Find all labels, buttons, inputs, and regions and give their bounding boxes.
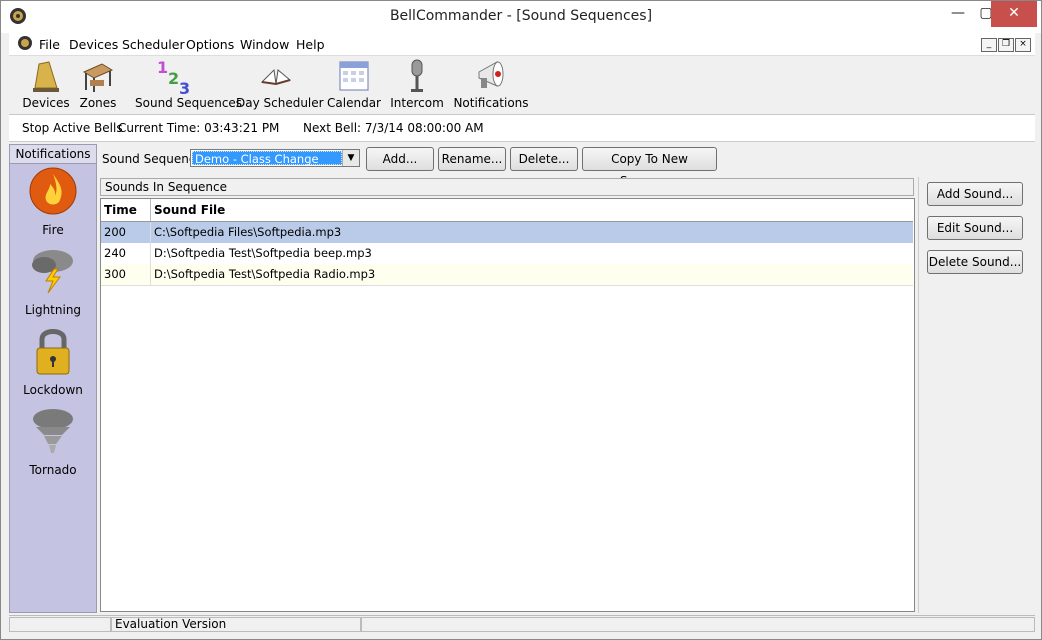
sound-actions-panel: Add Sound... Edit Sound... Delete Sound.…	[918, 177, 1036, 613]
toolbar-label: Zones	[79, 96, 117, 110]
grid-header: Time Sound File	[101, 199, 913, 222]
panel-title: Sounds In Sequence	[100, 178, 914, 196]
window-title: BellCommander - [Sound Sequences]	[389, 8, 653, 24]
sequence-control-row: Sound Sequence: Demo - Class Change ▼ Ad…	[99, 144, 1035, 188]
table-row[interactable]: 240 D:\Softpedia Test\Softpedia beep.mp3	[101, 243, 913, 265]
add-sequence-button[interactable]: Add...	[366, 147, 434, 171]
current-time: Current Time: 03:43:21 PM	[118, 121, 280, 135]
next-bell: Next Bell: 7/3/14 08:00:00 AM	[303, 121, 484, 135]
bell-icon	[33, 61, 59, 92]
menu-scheduler[interactable]: Scheduler	[122, 37, 185, 52]
toolbar-sound-sequences[interactable]: 1 2 3 Sound Sequences	[135, 58, 242, 112]
add-sound-button[interactable]: Add Sound...	[927, 182, 1023, 206]
mdi-minimize-button[interactable]: _	[981, 38, 997, 52]
microphone-icon	[411, 59, 423, 92]
status-info-bar: Stop Active Bells Current Time: 03:43:21…	[9, 115, 1035, 142]
calendar-icon	[339, 61, 369, 91]
toolbar-label: Intercom	[390, 96, 444, 110]
sidebar-item-label: Fire	[42, 223, 64, 237]
padlock-icon	[36, 329, 70, 375]
document-bell-icon[interactable]	[17, 35, 33, 51]
status-bar: Evaluation Version	[9, 615, 1035, 634]
sidebar-item-label: Lightning	[24, 303, 82, 317]
title-bar: BellCommander - [Sound Sequences] — ▢ ✕	[1, 1, 1041, 33]
cell-sound-file: C:\Softpedia Files\Softpedia.mp3	[154, 225, 342, 239]
main-toolbar: Devices Zones 1 2 3 Sound Sequences Day …	[9, 56, 1035, 115]
copy-to-new-sequence-button[interactable]: Copy To New Sequence	[582, 147, 717, 188]
toolbar-day-scheduler[interactable]: Day Scheduler	[236, 58, 324, 112]
close-button[interactable]: ✕	[991, 1, 1037, 27]
open-book-icon	[260, 68, 292, 86]
numbers-123-icon: 1 2 3	[157, 58, 190, 96]
fire-icon	[29, 167, 77, 215]
sidebar-item-label: Lockdown	[23, 383, 83, 397]
cell-sound-file: D:\Softpedia Test\Softpedia beep.mp3	[154, 246, 372, 260]
menu-devices[interactable]: Devices	[69, 37, 118, 52]
menu-window[interactable]: Window	[240, 37, 289, 52]
column-header-time[interactable]: Time	[101, 199, 151, 221]
mdi-close-button[interactable]: ×	[1015, 38, 1031, 52]
toolbar-intercom[interactable]: Intercom	[390, 58, 444, 112]
svg-text:2: 2	[168, 69, 179, 88]
sound-sequence-select[interactable]: Demo - Class Change ▼	[190, 149, 360, 167]
svg-text:3: 3	[179, 79, 190, 96]
table-row[interactable]: 300 D:\Softpedia Test\Softpedia Radio.mp…	[101, 264, 913, 286]
toolbar-label: Day Scheduler	[236, 96, 324, 110]
sidebar-item-lockdown[interactable]: Lockdown	[10, 325, 96, 397]
toolbar-calendar[interactable]: Calendar	[327, 58, 381, 112]
cell-time: 240	[101, 243, 151, 264]
sidebar-header: Notifications	[10, 145, 96, 164]
delete-sequence-button[interactable]: Delete...	[510, 147, 578, 171]
status-panel-empty	[9, 617, 111, 632]
svg-text:1: 1	[157, 58, 168, 77]
sounds-in-sequence-panel: Sounds In Sequence Time Sound File 200 C…	[100, 177, 916, 613]
sidebar-item-lightning[interactable]: Lightning	[10, 245, 96, 317]
megaphone-icon	[478, 61, 504, 88]
sounds-grid[interactable]: Time Sound File 200 C:\Softpedia Files\S…	[100, 198, 915, 612]
minimize-button[interactable]: —	[941, 1, 975, 27]
desk-icon	[82, 63, 114, 92]
menu-file[interactable]: File	[39, 37, 60, 52]
sound-sequence-value: Demo - Class Change	[192, 151, 342, 166]
lightning-icon	[32, 250, 73, 294]
sidebar-item-label: Tornado	[29, 463, 77, 477]
cell-time: 200	[101, 222, 151, 243]
status-panel-extra	[361, 617, 1035, 632]
table-row[interactable]: 200 C:\Softpedia Files\Softpedia.mp3	[101, 222, 913, 244]
menu-bar: File Devices Scheduler Options Window He…	[9, 33, 1035, 56]
delete-sound-button[interactable]: Delete Sound...	[927, 250, 1023, 274]
menu-help[interactable]: Help	[296, 37, 325, 52]
sidebar-item-fire[interactable]: Fire	[10, 165, 96, 237]
toolbar-zones[interactable]: Zones	[78, 58, 118, 112]
notifications-sidebar: Notifications Fire Lightning Lockdown To…	[9, 144, 97, 613]
toolbar-label: Notifications	[453, 96, 529, 110]
cell-time: 300	[101, 264, 151, 285]
rename-sequence-button[interactable]: Rename...	[438, 147, 506, 171]
cell-sound-file: D:\Softpedia Test\Softpedia Radio.mp3	[154, 267, 376, 281]
toolbar-notifications[interactable]: Notifications	[453, 58, 529, 112]
app-window: BellCommander - [Sound Sequences] — ▢ ✕ …	[0, 0, 1042, 640]
sidebar-item-tornado[interactable]: Tornado	[10, 405, 96, 477]
menu-options[interactable]: Options	[186, 37, 234, 52]
stop-active-bells-button[interactable]: Stop Active Bells	[22, 121, 123, 135]
column-header-sound-file[interactable]: Sound File	[151, 199, 913, 221]
status-evaluation: Evaluation Version	[111, 617, 361, 632]
mdi-restore-button[interactable]: ❐	[998, 38, 1014, 52]
tornado-icon	[33, 409, 73, 453]
edit-sound-button[interactable]: Edit Sound...	[927, 216, 1023, 240]
chevron-down-icon[interactable]: ▼	[342, 150, 359, 166]
toolbar-label: Sound Sequences	[135, 96, 243, 110]
